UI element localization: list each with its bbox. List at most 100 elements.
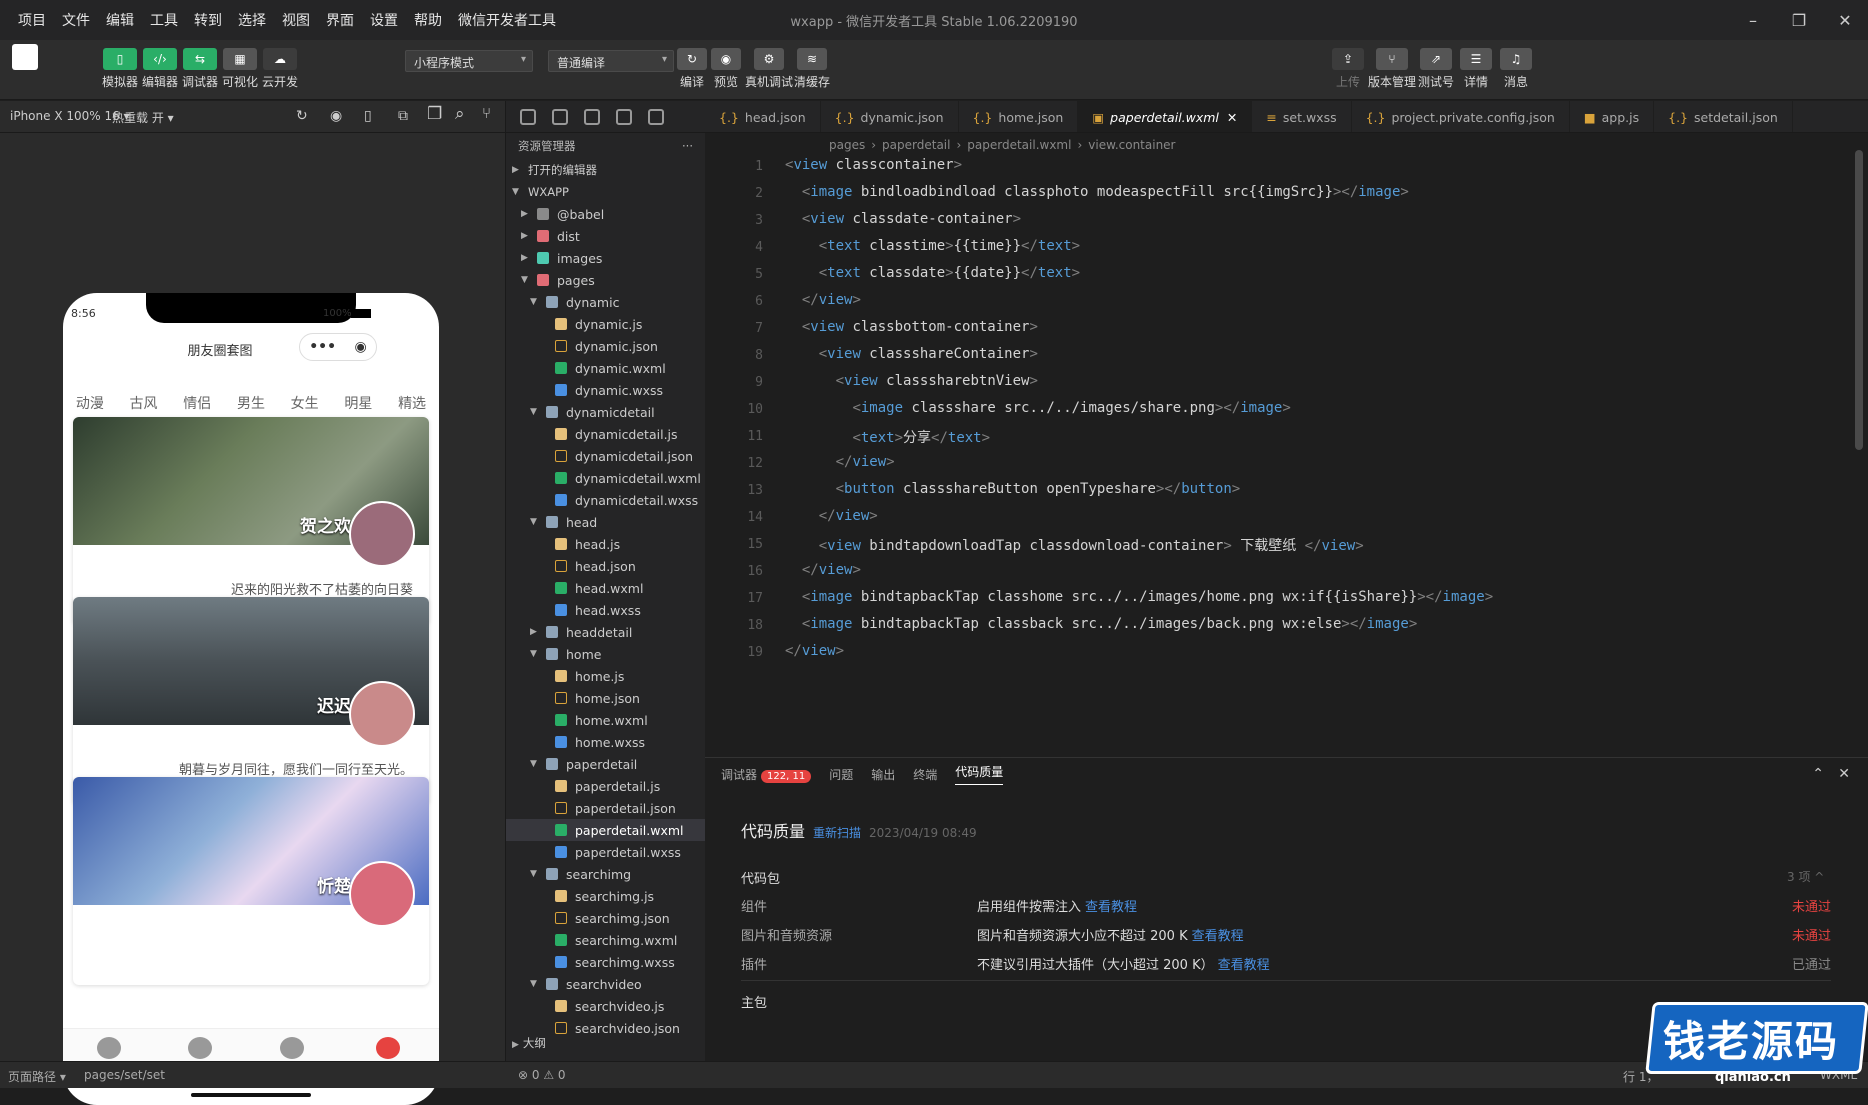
panel-tab[interactable]: 输出 (871, 766, 895, 783)
toolbar-button[interactable]: ◉ 预览 (702, 48, 750, 90)
record-icon[interactable]: ◉ (330, 108, 342, 124)
extensions-icon[interactable] (616, 108, 632, 125)
wallpaper-card[interactable]: 迟迟 朝暮与岁月同往，愿我们一同行至天光。 (73, 597, 429, 805)
category-tab[interactable]: 动漫 (76, 393, 104, 413)
tree-file[interactable]: home.js (506, 665, 705, 687)
tree-file[interactable]: home.wxml (506, 709, 705, 731)
editor-tab[interactable]: {.} home.json (959, 101, 1079, 132)
code-editor[interactable]: 1 <view classcontainer> 2 <image bindloadb… (705, 157, 1855, 755)
refresh-icon[interactable]: ↻ (296, 108, 308, 124)
panel-tab[interactable]: 调试器 122, 11 (721, 766, 812, 783)
tree-folder[interactable]: ▼ pages (506, 269, 705, 291)
tutorial-link[interactable]: 查看教程 (1085, 900, 1137, 915)
hot-reload-toggle[interactable]: 热重载 开 ▾ (112, 109, 174, 126)
category-tab[interactable]: 明星 (344, 393, 372, 413)
breadcrumb-item[interactable]: view.container (1088, 138, 1175, 152)
category-tab[interactable]: 精选 (398, 393, 426, 413)
files-icon[interactable]: ❐ (427, 104, 442, 124)
rescan-link[interactable]: 重新扫描 (813, 824, 861, 841)
compile-select[interactable]: 普通编译 (548, 50, 674, 72)
editor-tab[interactable]: ■ app.js (1570, 101, 1655, 132)
tree-file[interactable]: dynamicdetail.js (506, 423, 705, 445)
tree-file[interactable]: searchimg.wxml (506, 929, 705, 951)
toolbar-button[interactable]: ☁ 云开发 (256, 48, 304, 90)
menu-item[interactable]: 工具 (142, 10, 186, 30)
git-icon[interactable] (584, 108, 600, 125)
tree-file[interactable]: head.wxml (506, 577, 705, 599)
tree-file[interactable]: dynamicdetail.json (506, 445, 705, 467)
open-editors-section[interactable]: ▶ 打开的编辑器 (506, 159, 705, 181)
tree-file[interactable]: paperdetail.json (506, 797, 705, 819)
tree-folder[interactable]: ▶ headdetail (506, 621, 705, 643)
tree-file[interactable]: dynamic.json (506, 335, 705, 357)
search-icon[interactable] (552, 108, 568, 125)
tree-file[interactable]: paperdetail.js (506, 775, 705, 797)
tree-folder[interactable]: ▼ head (506, 511, 705, 533)
breadcrumb-item[interactable]: pages (829, 138, 865, 152)
tree-folder[interactable]: ▼ home (506, 643, 705, 665)
close-icon[interactable]: ✕ (1227, 110, 1237, 125)
tree-file[interactable]: dynamic.js (506, 313, 705, 335)
maximize-icon[interactable]: ⌃ (1812, 766, 1824, 782)
editor-tab[interactable]: {.} setdetail.json (1654, 101, 1793, 132)
tree-folder[interactable]: ▶ images (506, 247, 705, 269)
root-section[interactable]: ▼ WXAPP (506, 181, 705, 203)
panel-tab[interactable]: 问题 (829, 766, 853, 783)
category-tab[interactable]: 女生 (291, 393, 319, 413)
menu-item[interactable]: 项目 (10, 10, 54, 30)
tree-file[interactable]: dynamic.wxml (506, 357, 705, 379)
tree-folder[interactable]: ▼ paperdetail (506, 753, 705, 775)
tree-file[interactable]: paperdetail.wxss (506, 841, 705, 863)
tree-file[interactable]: paperdetail.wxml (506, 819, 705, 841)
toolbar-button[interactable]: ⇪ 上传 (1324, 48, 1372, 90)
tree-file[interactable]: searchvideo.js (506, 995, 705, 1017)
tree-file[interactable]: head.json (506, 555, 705, 577)
breadcrumb-item[interactable]: paperdetail.wxml (967, 138, 1071, 152)
tree-folder[interactable]: ▼ searchvideo (506, 973, 705, 995)
mode-select[interactable]: 小程序模式 (405, 50, 533, 72)
panel-tab[interactable]: 终端 (913, 766, 937, 783)
editor-tab[interactable]: {.} dynamic.json (821, 101, 959, 132)
tree-file[interactable]: head.wxss (506, 599, 705, 621)
exit-icon[interactable]: ◉ (355, 339, 367, 355)
tree-file[interactable]: head.js (506, 533, 705, 555)
category-tab[interactable]: 情侣 (183, 393, 211, 413)
panel-tab[interactable]: 代码质量 (955, 763, 1004, 785)
tree-file[interactable]: home.json (506, 687, 705, 709)
git-icon[interactable]: ⑂ (482, 104, 491, 122)
wallpaper-card[interactable]: 忻楚 (73, 777, 429, 985)
toolbar-button[interactable]: ≋ 清缓存 (788, 48, 836, 90)
tree-file[interactable]: dynamicdetail.wxss (506, 489, 705, 511)
debug-icon[interactable] (648, 108, 664, 125)
files-icon[interactable] (520, 108, 536, 125)
outline-section[interactable]: ▶ 大纲 (512, 1035, 546, 1051)
menu-item[interactable]: 微信开发者工具 (450, 10, 564, 30)
editor-tab[interactable]: ≡ set.wxss (1252, 101, 1352, 132)
item-count[interactable]: 3 项 ^ (1787, 868, 1824, 885)
tree-file[interactable]: dynamicdetail.wxml (506, 467, 705, 489)
tree-folder[interactable]: ▼ searchimg (506, 863, 705, 885)
tutorial-link[interactable]: 查看教程 (1218, 958, 1270, 973)
route-select[interactable]: 页面路径 ▾ (8, 1068, 66, 1085)
toolbar-button[interactable]: ⚙ 真机调试 (745, 48, 793, 90)
tree-folder[interactable]: ▶ dist (506, 225, 705, 247)
search-icon[interactable]: ⌕ (455, 104, 465, 124)
close-icon[interactable]: ✕ (1822, 0, 1868, 40)
tree-file[interactable]: searchimg.wxss (506, 951, 705, 973)
menu-item[interactable]: 界面 (318, 10, 362, 30)
category-tab[interactable]: 古风 (130, 393, 158, 413)
toolbar-button[interactable]: ♫ 消息 (1492, 48, 1540, 90)
editor-scrollbar[interactable] (1855, 150, 1863, 450)
category-tab[interactable]: 男生 (237, 393, 265, 413)
tree-file[interactable]: dynamic.wxss (506, 379, 705, 401)
menu-item[interactable]: 编辑 (98, 10, 142, 30)
restore-icon[interactable]: ❐ (1776, 0, 1822, 40)
editor-tab[interactable]: {.} head.json (705, 101, 821, 132)
editor-tab[interactable]: {.} project.private.config.json (1352, 101, 1570, 132)
minimize-icon[interactable]: – (1730, 0, 1776, 40)
menu-item[interactable]: 视图 (274, 10, 318, 30)
menu-item[interactable]: 选择 (230, 10, 274, 30)
tree-folder[interactable]: ▶ @babel (506, 203, 705, 225)
more-icon[interactable]: ••• (309, 339, 336, 355)
wallpaper-card[interactable]: 贺之欢 迟来的阳光救不了枯萎的向日葵 (73, 417, 429, 625)
